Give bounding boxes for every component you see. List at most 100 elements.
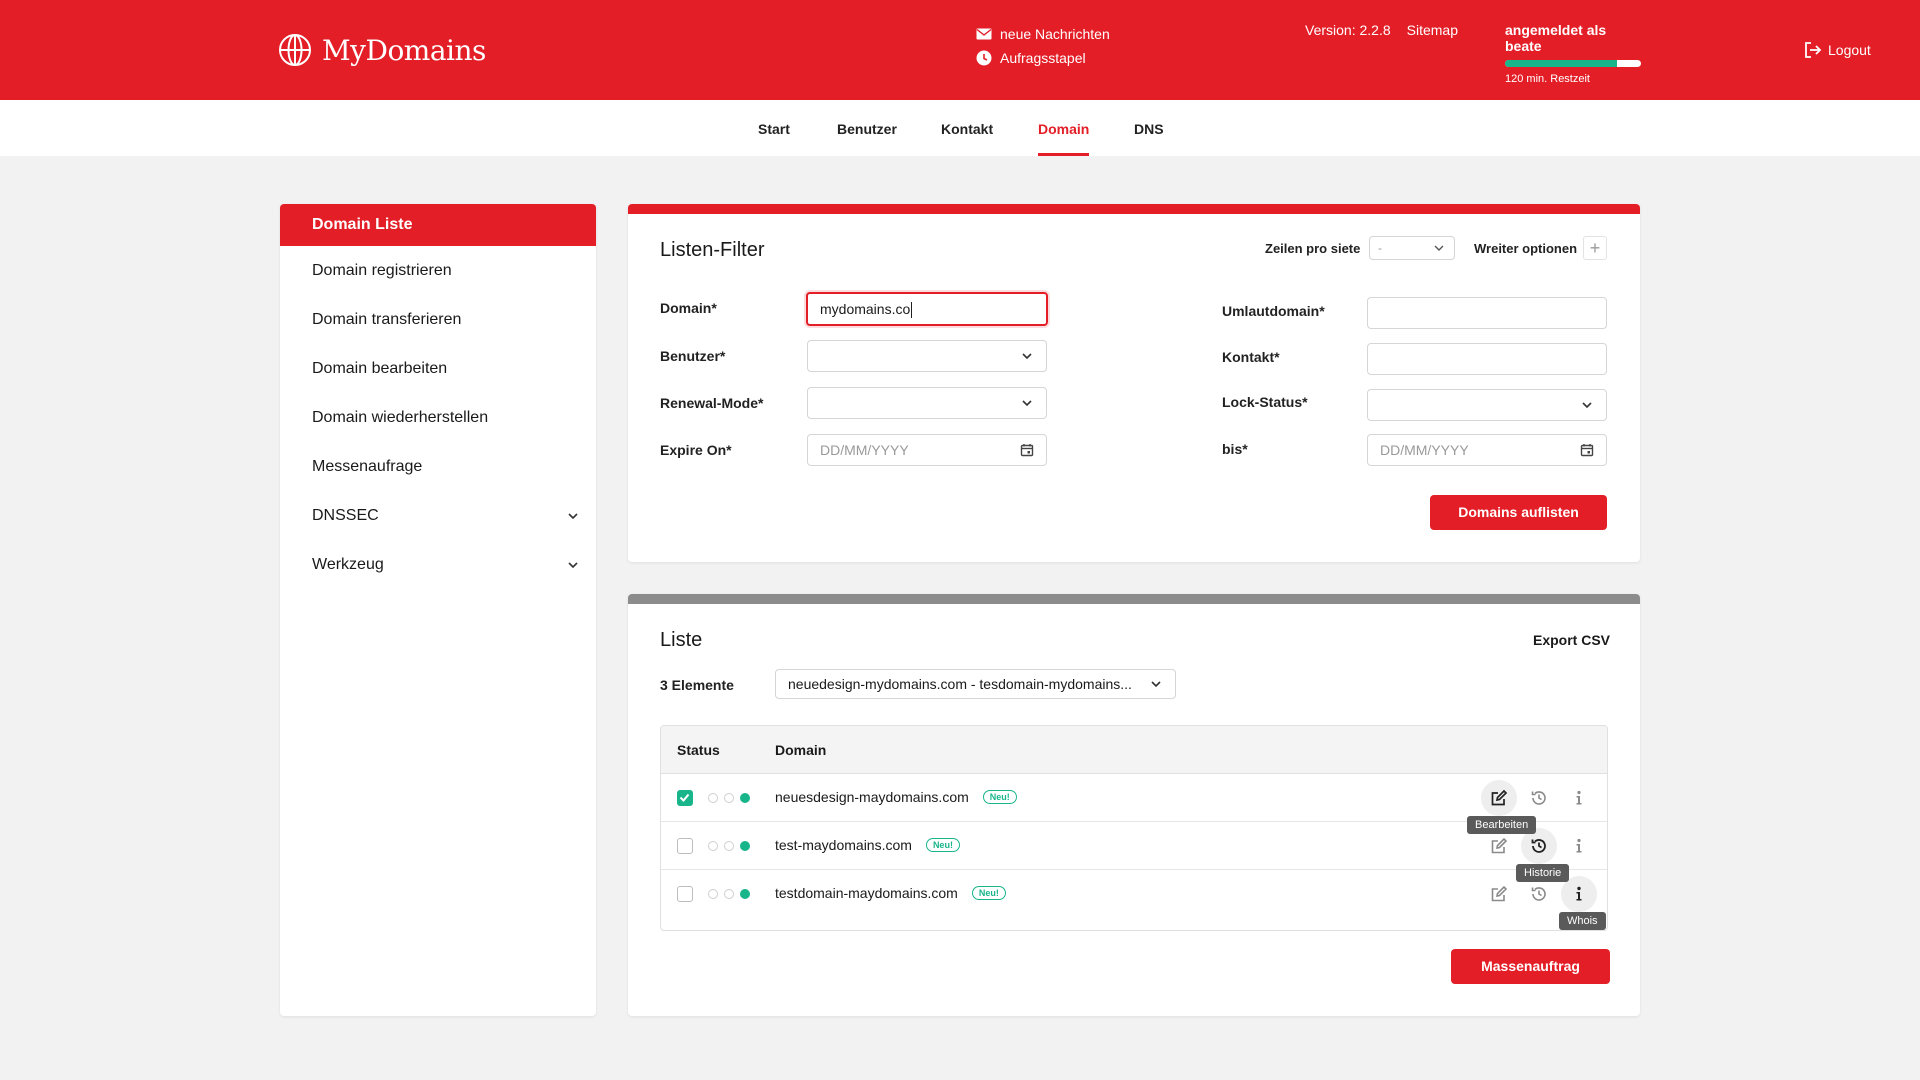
logout-button[interactable]: Logout — [1804, 41, 1871, 59]
expire-date-input[interactable]: DD/MM/YYYY — [807, 434, 1047, 466]
sidebar-item-werkzeug[interactable]: Werkzeug — [280, 540, 596, 589]
history-button[interactable] — [1521, 780, 1557, 816]
session-progress-bar — [1505, 60, 1641, 67]
chevron-down-icon — [1434, 245, 1444, 251]
session-progress-fill — [1505, 60, 1617, 67]
info-icon — [1576, 790, 1582, 805]
sidebar-item-domain-bearbeiten[interactable]: Domain bearbeiten — [280, 344, 596, 393]
tab-kontakt[interactable]: Kontakt — [941, 100, 993, 156]
tab-dns[interactable]: DNS — [1134, 100, 1164, 156]
renewal-mode-select[interactable] — [807, 387, 1047, 419]
messages-link[interactable]: neue Nachrichten — [976, 22, 1110, 46]
list-card-accent — [628, 594, 1640, 604]
logout-icon — [1805, 42, 1822, 58]
table-row[interactable]: testdomain-maydomains.com Neu! — [661, 870, 1607, 918]
expire-placeholder: DD/MM/YYYY — [820, 442, 909, 458]
domain-cell: test-maydomains.com Neu! — [775, 837, 960, 853]
domain-selection-select[interactable]: neuedesign-mydomains.com - tesdomain-myd… — [775, 669, 1176, 699]
sidebar-item-domain-liste[interactable]: Domain Liste — [280, 204, 596, 246]
sidebar: Domain Liste Domain registrieren Domain … — [280, 204, 596, 1016]
logo[interactable]: MyDomains — [278, 33, 486, 67]
lock-status-label: Lock-Status* — [1222, 394, 1308, 410]
more-options-button[interactable]: + — [1583, 236, 1607, 260]
status-dot-active — [740, 793, 750, 803]
user-label: Benutzer* — [660, 348, 726, 364]
status-indicators — [708, 889, 750, 899]
filter-card-accent — [628, 204, 1640, 214]
row-checkbox[interactable] — [677, 838, 693, 854]
row-checkbox[interactable] — [677, 886, 693, 902]
messages-label: neue Nachrichten — [1000, 26, 1110, 42]
domain-input-value: mydomains.co — [820, 301, 911, 317]
status-dot — [708, 841, 718, 851]
app-header: MyDomains neue Nachrichten Aufragsstapel… — [0, 0, 1920, 100]
tab-benutzer[interactable]: Benutzer — [837, 100, 897, 156]
chevron-down-icon — [1582, 402, 1592, 409]
umlaut-input[interactable] — [1367, 297, 1607, 329]
tab-domain[interactable]: Domain — [1038, 100, 1090, 156]
tooltip-whois: Whois — [1559, 912, 1606, 930]
session-remaining: 120 min. Restzeit — [1505, 73, 1590, 85]
until-date-input[interactable]: DD/MM/YYYY — [1367, 434, 1607, 466]
sidebar-item-domain-registrieren[interactable]: Domain registrieren — [280, 246, 596, 295]
envelope-icon — [976, 28, 992, 40]
export-csv-link[interactable]: Export CSV — [1533, 632, 1610, 648]
header-notifications: neue Nachrichten Aufragsstapel — [976, 22, 1110, 70]
sidebar-item-label: Domain registrieren — [312, 261, 452, 279]
info-icon — [1576, 886, 1582, 901]
umlaut-label: Umlautdomain* — [1222, 303, 1325, 319]
chevron-down-icon — [568, 561, 578, 568]
new-badge: Neu! — [971, 886, 1006, 900]
sidebar-item-label: Werkzeug — [312, 555, 384, 573]
until-placeholder: DD/MM/YYYY — [1380, 442, 1469, 458]
domain-input[interactable]: mydomains.co — [806, 292, 1048, 326]
edit-icon — [1491, 837, 1508, 854]
chevron-down-icon — [1022, 400, 1032, 407]
tooltip-edit: Bearbeiten — [1467, 816, 1537, 834]
sidebar-item-domain-wiederherstellen[interactable]: Domain wiederherstellen — [280, 393, 596, 442]
rows-per-page-label: Zeilen pro siete — [1265, 241, 1361, 256]
whois-button[interactable] — [1561, 828, 1597, 864]
column-domain: Domain — [775, 742, 827, 758]
contact-input[interactable] — [1367, 343, 1607, 375]
expire-label: Expire On* — [660, 442, 732, 458]
rows-per-page-select[interactable]: - — [1369, 236, 1455, 260]
table-row[interactable]: neuesdesign-maydomains.com Neu! — [661, 774, 1607, 822]
edit-button[interactable] — [1481, 780, 1517, 816]
calendar-icon — [1020, 444, 1034, 457]
filter-card: Listen-Filter Zeilen pro siete - Wreiter… — [628, 204, 1640, 562]
session-user: angemeldet als beate — [1505, 22, 1607, 54]
lock-status-select[interactable] — [1367, 389, 1607, 421]
renewal-label: Renewal-Mode* — [660, 395, 764, 411]
list-domains-button[interactable]: Domains auflisten — [1430, 495, 1607, 530]
chevron-down-icon — [1022, 353, 1032, 360]
sidebar-item-domain-transferieren[interactable]: Domain transferieren — [280, 295, 596, 344]
version-text: Version: 2.2.8 — [1305, 22, 1391, 38]
sidebar-item-label: DNSSEC — [312, 506, 379, 524]
sidebar-item-dnssec[interactable]: DNSSEC — [280, 491, 596, 540]
edit-button[interactable] — [1481, 876, 1517, 912]
sidebar-item-label: Domain Liste — [312, 216, 413, 233]
bulk-order-button[interactable]: Massenauftrag — [1451, 949, 1610, 984]
domain-name[interactable]: neuesdesign-maydomains.com — [775, 789, 969, 805]
row-checkbox[interactable] — [677, 790, 693, 806]
filter-title: Listen-Filter — [660, 239, 765, 261]
domain-name[interactable]: test-maydomains.com — [775, 837, 912, 853]
table-row[interactable]: test-maydomains.com Neu! — [661, 822, 1607, 870]
whois-button[interactable] — [1561, 780, 1597, 816]
new-badge: Neu! — [925, 838, 960, 852]
calendar-icon — [1580, 444, 1594, 457]
until-label: bis* — [1222, 441, 1248, 457]
rows-per-page-value: - — [1378, 241, 1382, 255]
check-icon — [679, 793, 690, 802]
status-dot — [708, 889, 718, 899]
history-icon — [1531, 839, 1546, 853]
domain-cell: neuesdesign-maydomains.com Neu! — [775, 789, 1017, 805]
more-options-label: Wreiter optionen — [1474, 241, 1578, 256]
sidebar-item-messenaufrage[interactable]: Messenaufrage — [280, 442, 596, 491]
tab-start[interactable]: Start — [758, 100, 790, 156]
domain-name[interactable]: testdomain-maydomains.com — [775, 885, 958, 901]
jobs-link[interactable]: Aufragsstapel — [976, 46, 1110, 70]
sitemap-link[interactable]: Sitemap — [1407, 22, 1458, 38]
user-select[interactable] — [807, 340, 1047, 372]
